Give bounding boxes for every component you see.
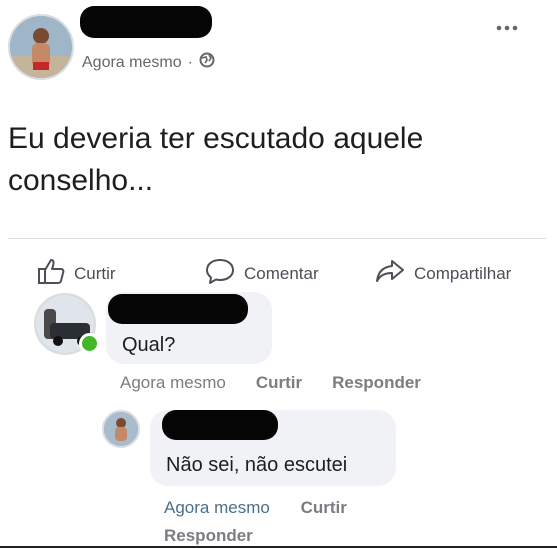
- share-button[interactable]: Compartilhar: [374, 257, 511, 290]
- bottom-border: [0, 546, 557, 548]
- reply-timestamp[interactable]: Agora mesmo: [164, 498, 270, 517]
- comment-button-label: Comentar: [244, 263, 319, 283]
- share-arrow-icon: [374, 257, 406, 290]
- comment-button[interactable]: Comentar: [204, 257, 319, 290]
- more-dots-icon[interactable]: [494, 20, 522, 31]
- comment-timestamp[interactable]: Agora mesmo: [120, 373, 226, 393]
- reply-author-avatar[interactable]: [102, 410, 140, 448]
- post-text: Eu deveria ter escutado aquele conselho.…: [8, 122, 424, 197]
- redacted-reply-author-name: [162, 410, 278, 440]
- comment-like-link[interactable]: Curtir: [256, 373, 302, 393]
- post-author-avatar[interactable]: [8, 14, 74, 80]
- post-divider: [8, 238, 546, 239]
- comment-text: Qual?: [122, 334, 176, 356]
- reply-reply-link[interactable]: Responder: [164, 526, 253, 545]
- person-photo-icon: [104, 412, 138, 446]
- person-photo-icon: [10, 16, 72, 78]
- comment-reply-link[interactable]: Responder: [332, 373, 421, 393]
- like-button-label: Curtir: [74, 263, 116, 283]
- reply-text: Não sei, não escutei: [166, 454, 348, 476]
- online-status-dot: [79, 333, 100, 354]
- share-button-label: Compartilhar: [414, 263, 512, 283]
- reply-like-link[interactable]: Curtir: [301, 498, 347, 517]
- redacted-author-name: [80, 6, 212, 38]
- timestamp-separator: ·: [187, 53, 193, 71]
- comment-bubble-icon: [204, 257, 236, 290]
- post-timestamp[interactable]: Agora mesmo: [82, 54, 182, 72]
- redacted-commenter-name: [108, 294, 248, 324]
- thumbs-up-icon: [36, 257, 66, 290]
- globe-icon: [199, 52, 215, 73]
- like-button[interactable]: Curtir: [36, 257, 116, 290]
